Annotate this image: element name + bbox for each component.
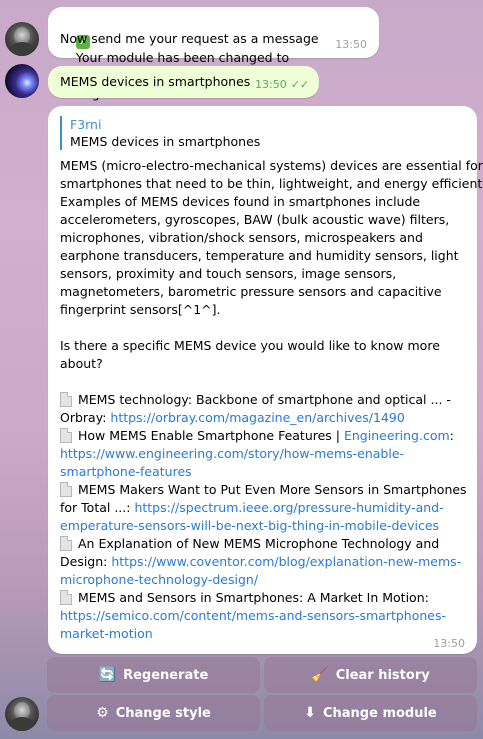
site-link[interactable]: Engineering.com — [344, 428, 450, 443]
change-style-label: Change style — [115, 705, 211, 721]
down-arrow-box-icon: ⬇ — [304, 705, 316, 721]
source-link[interactable]: market-motion — [60, 626, 153, 641]
regenerate-icon: 🔄 — [98, 667, 117, 683]
source-title: MEMS and Sensors in Smartphones: A Marke… — [78, 590, 429, 605]
answer-line: accelerometers, gyroscopes, BAW (bulk ac… — [60, 212, 450, 227]
source-title: An Explanation of New MEMS Microphone Te… — [78, 536, 440, 551]
document-icon — [60, 392, 72, 407]
send-request-text: Now send me your request as a message — [60, 31, 319, 46]
source-item: MEMS and Sensors in Smartphones: A Marke… — [60, 589, 483, 607]
clear-history-label: Clear history — [335, 667, 430, 683]
answer-line: earphone transducers, temperature and hu… — [60, 248, 459, 263]
document-icon — [60, 428, 72, 443]
regenerate-label: Regenerate — [123, 667, 209, 683]
source-link[interactable]: smartphone-features — [60, 464, 192, 479]
document-icon — [60, 482, 72, 497]
double-check-read-icon: ✓✓ — [290, 78, 310, 91]
user-message-text: MEMS devices in smartphones — [60, 74, 251, 89]
source-title: Orbray: — [60, 410, 111, 425]
broom-icon: 🧹 — [311, 667, 329, 683]
reply-author: F3rni — [70, 117, 102, 132]
bot-avatar[interactable] — [5, 697, 39, 731]
source-title: MEMS Makers Want to Put Even More Sensor… — [78, 482, 467, 497]
answer-line: smartphones that need to be thin, lightw… — [60, 176, 483, 191]
bot-notice-message: ✓ Your module has been changed to EdgeGP… — [48, 7, 379, 101]
gear-icon: ⚙ — [96, 705, 109, 721]
source-link[interactable]: https://spectrum.ieee.org/pressure-humid… — [134, 500, 443, 515]
source-item: How MEMS Enable Smartphone Features | En… — [60, 427, 483, 445]
source-link[interactable]: emperature-sensors-will-be-next-big-thin… — [60, 518, 439, 533]
source-title: for Total ...: — [60, 500, 135, 515]
clear-history-button[interactable]: 🧹 Clear history — [264, 657, 477, 693]
source-link[interactable]: https://orbray.com/magazine_en/archives/… — [110, 410, 404, 425]
message-time: 13:50 — [335, 38, 367, 51]
message-time: 13:50 — [433, 637, 465, 650]
document-icon — [60, 536, 72, 551]
answer-line: Examples of MEMS devices found in smartp… — [60, 194, 421, 209]
bot-avatar[interactable] — [5, 22, 39, 56]
source-link[interactable]: https://semico.com/content/mems-and-sens… — [60, 608, 446, 623]
change-module-label: Change module — [322, 705, 437, 721]
message-time: 13:50 — [255, 78, 287, 91]
source-title: Design: — [60, 554, 112, 569]
bot-answer-message: F3rni MEMS devices in smartphones MEMS (… — [48, 106, 483, 654]
source-link[interactable]: https://www.engineering.com/story/how-me… — [60, 446, 404, 461]
answer-line: MEMS (micro-electro-mechanical systems) … — [60, 158, 483, 173]
regenerate-button[interactable]: 🔄 Regenerate — [47, 657, 260, 693]
answer-body: MEMS (micro-electro-mechanical systems) … — [60, 157, 483, 643]
module-changed-text: Your module has been changed to — [75, 50, 290, 65]
change-module-button[interactable]: ⬇ Change module — [264, 695, 477, 731]
answer-line: sensors, proximity and touch sensors, im… — [60, 266, 397, 281]
document-icon — [60, 590, 72, 605]
source-link[interactable]: https://www.coventor.com/blog/explanatio… — [111, 554, 461, 569]
reply-text: MEMS devices in smartphones — [70, 134, 261, 149]
answer-line: fingerprint sensors[^1^]. — [60, 302, 221, 317]
user-message: MEMS devices in smartphones 13:50 ✓✓ — [48, 66, 319, 98]
source-item: MEMS Makers Want to Put Even More Sensor… — [60, 481, 483, 499]
change-style-button[interactable]: ⚙ Change style — [47, 695, 260, 731]
reply-quote[interactable]: F3rni MEMS devices in smartphones — [60, 116, 260, 150]
source-title: How MEMS Enable Smartphone Features | — [78, 428, 344, 443]
question-line: Is there a specific MEMS device you woul… — [60, 338, 440, 353]
source-title-tail: : — [449, 428, 454, 443]
answer-line: microphones, vibration/shock sensors, mi… — [60, 230, 423, 245]
answer-line: magnetometers, barometric pressure senso… — [60, 284, 442, 299]
question-line: about? — [60, 356, 103, 371]
user-avatar[interactable] — [5, 64, 39, 98]
source-link[interactable]: microphone-technology-design/ — [60, 572, 258, 587]
source-item: MEMS technology: Backbone of smartphone … — [60, 391, 483, 409]
source-title: MEMS technology: Backbone of smartphone … — [78, 392, 451, 407]
source-item: An Explanation of New MEMS Microphone Te… — [60, 535, 483, 553]
